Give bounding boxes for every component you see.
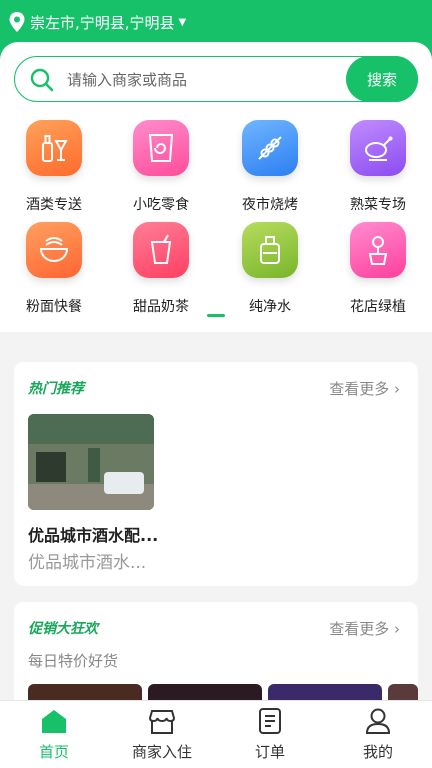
- user-icon: [365, 708, 391, 734]
- snack-bag-icon: [133, 120, 189, 176]
- category-label: 小吃零食: [133, 197, 189, 213]
- search-button[interactable]: 搜索: [346, 56, 418, 102]
- shop-icon: [148, 710, 176, 734]
- milk-tea-icon: [133, 222, 189, 278]
- promo-title: 促销大狂欢: [28, 621, 98, 637]
- tab-label: 首页: [38, 743, 69, 761]
- hot-title: 热门推荐: [28, 381, 84, 397]
- category-label: 夜市烧烤: [242, 197, 298, 213]
- tab-label: 我的: [362, 743, 393, 761]
- location-text: 崇左市,宁明县,宁明县: [30, 13, 175, 32]
- shop-image[interactable]: [28, 414, 154, 510]
- tab-merchant-join[interactable]: 商家入住: [108, 701, 216, 768]
- category-label: 熟菜专场: [350, 197, 406, 213]
- location-selector[interactable]: 崇左市,宁明县,宁明县 ▼: [8, 10, 186, 34]
- category-bbq[interactable]: 夜市烧烤: [220, 120, 320, 214]
- search-bar[interactable]: 请输入商家或商品 搜索: [14, 56, 418, 102]
- hot-recommend-card: 热门推荐 查看更多 › 优品城市酒水配... 优品城市酒水...: [14, 362, 418, 586]
- category-label: 甜品奶茶: [133, 299, 189, 315]
- category-label: 粉面快餐: [26, 299, 82, 315]
- hot-more-link[interactable]: 查看更多 ›: [329, 378, 400, 399]
- location-pin-icon: [9, 12, 25, 32]
- category-water[interactable]: 纯净水: [220, 222, 320, 316]
- category-desserts[interactable]: 甜品奶茶: [111, 222, 211, 316]
- page-indicator: [207, 314, 225, 317]
- order-list-icon: [259, 708, 281, 734]
- bottom-tab-bar: 首页 商家入住 订单 我的: [0, 700, 432, 768]
- category-snacks[interactable]: 小吃零食: [111, 120, 211, 214]
- category-label: 纯净水: [249, 299, 291, 315]
- search-input[interactable]: 请输入商家或商品: [67, 69, 187, 90]
- barbecue-skewer-icon: [242, 120, 298, 176]
- search-icon: [30, 68, 54, 92]
- water-bucket-icon: [242, 222, 298, 278]
- promo-subtitle: 每日特价好货: [28, 652, 119, 670]
- category-wine[interactable]: 酒类专送: [4, 120, 104, 214]
- roast-chicken-icon: [350, 120, 406, 176]
- category-deli[interactable]: 熟菜专场: [328, 120, 428, 214]
- flower-pot-icon: [350, 222, 406, 278]
- shop-name[interactable]: 优品城市酒水配...: [28, 522, 158, 546]
- tab-label: 订单: [254, 743, 285, 761]
- tab-mine[interactable]: 我的: [324, 701, 432, 768]
- promo-more-link[interactable]: 查看更多 ›: [329, 618, 400, 639]
- noodle-bowl-icon: [26, 222, 82, 278]
- tab-home[interactable]: 首页: [0, 701, 108, 768]
- tab-label: 商家入住: [131, 743, 192, 761]
- category-flowers[interactable]: 花店绿植: [328, 222, 428, 316]
- category-noodles[interactable]: 粉面快餐: [4, 222, 104, 316]
- home-icon: [42, 710, 66, 733]
- shop-subtitle: 优品城市酒水...: [28, 553, 147, 573]
- category-label: 酒类专送: [26, 197, 82, 213]
- tab-orders[interactable]: 订单: [216, 701, 324, 768]
- wine-bottle-icon: [26, 120, 82, 176]
- category-label: 花店绿植: [350, 299, 406, 315]
- chevron-down-icon: ▼: [178, 16, 187, 28]
